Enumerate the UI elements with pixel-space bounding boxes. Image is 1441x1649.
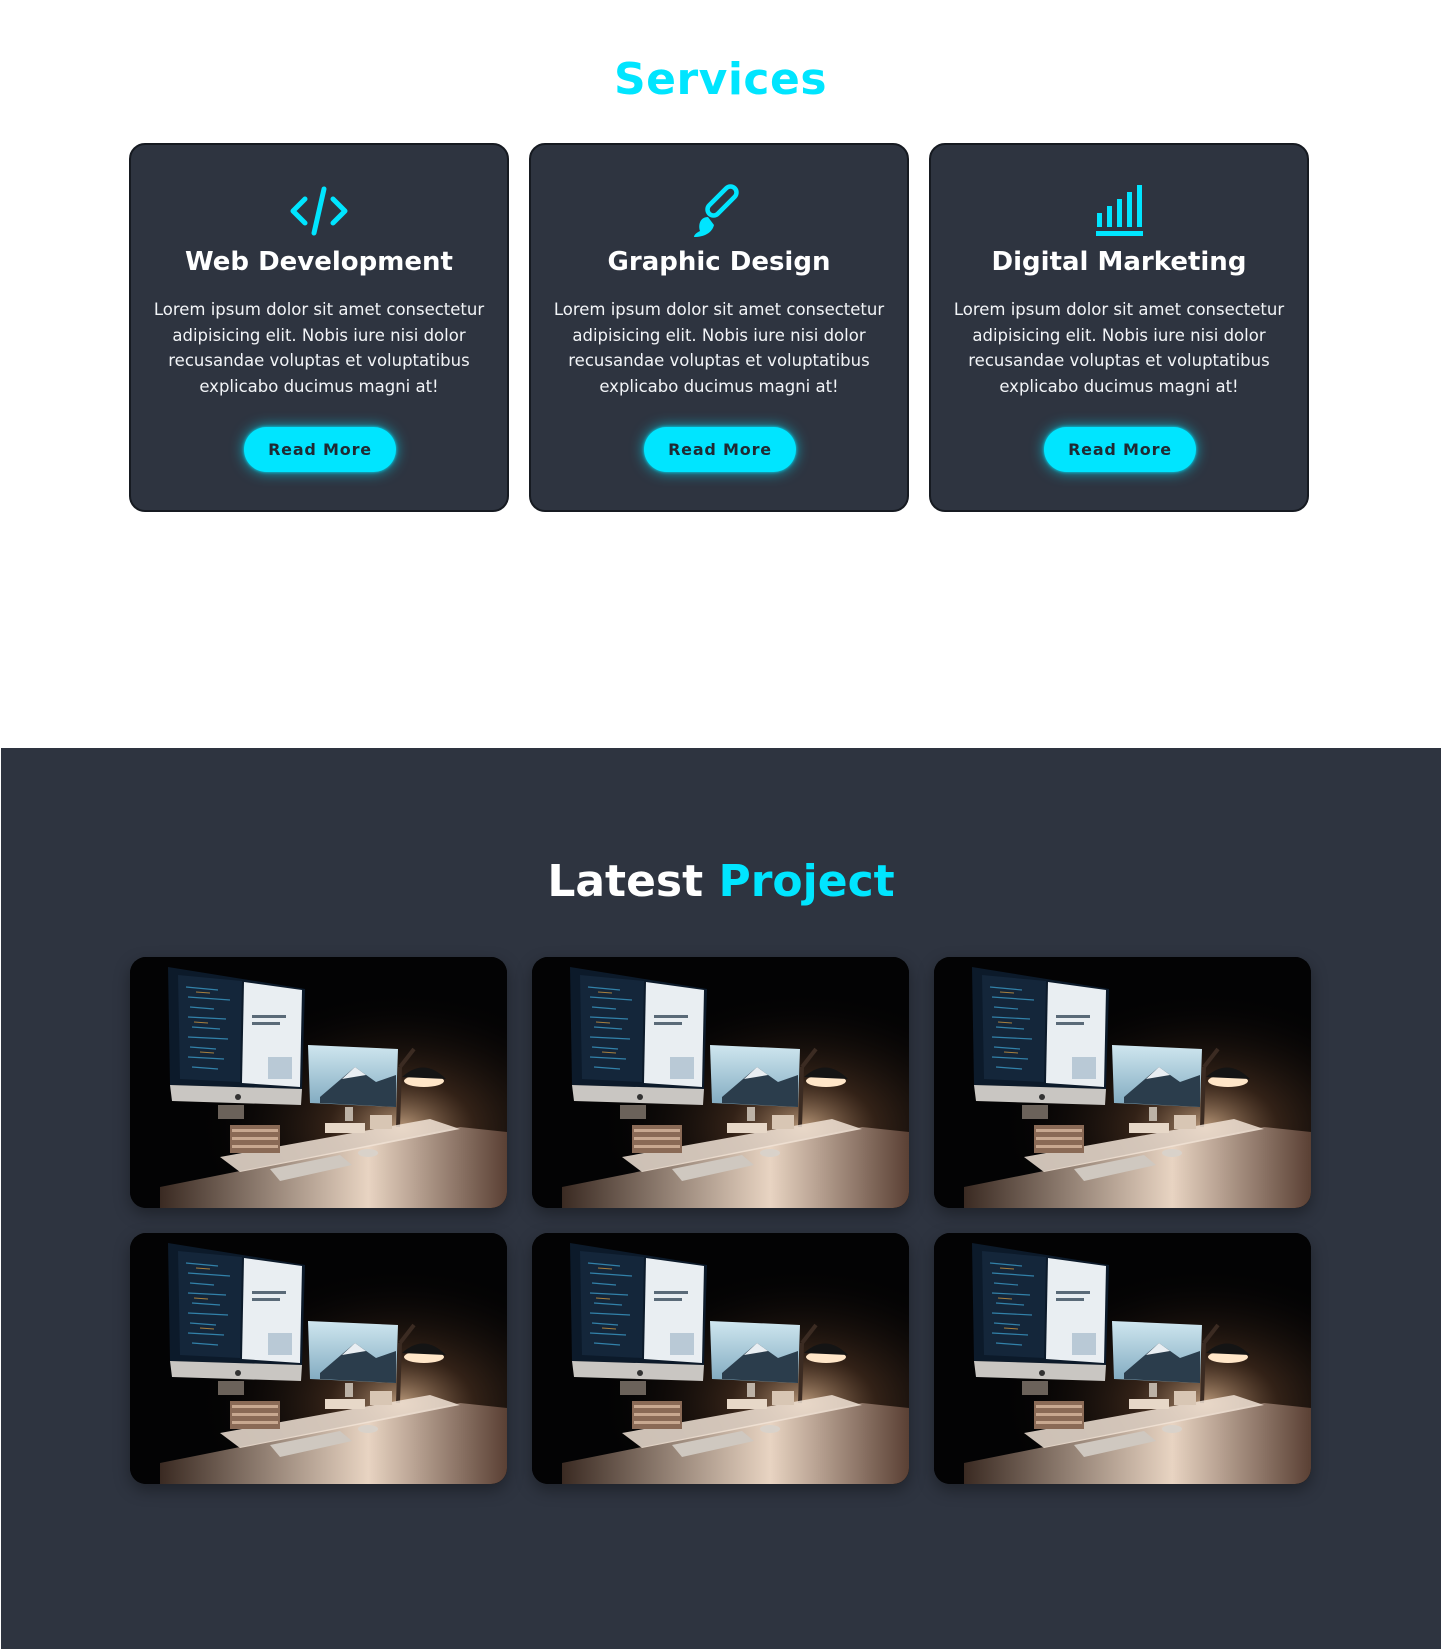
desk-workspace-photo: [532, 1233, 909, 1484]
card-title: Digital Marketing: [991, 247, 1247, 277]
service-card-digital-marketing: Digital Marketing Lorem ipsum dolor sit …: [929, 143, 1309, 512]
services-section: Services Web Development Lorem ipsum dol…: [0, 0, 1441, 748]
desk-workspace-photo: [934, 957, 1311, 1208]
card-description: Lorem ipsum dolor sit amet consectetur a…: [153, 300, 485, 396]
read-more-button[interactable]: Read More: [244, 427, 396, 472]
projects-title-accent: Project: [718, 856, 895, 907]
read-more-button[interactable]: Read More: [644, 427, 796, 472]
project-card[interactable]: [130, 957, 507, 1208]
card-description: Lorem ipsum dolor sit amet consectetur a…: [553, 300, 885, 396]
service-card-web-development: Web Development Lorem ipsum dolor sit am…: [129, 143, 509, 512]
projects-title: Latest Project: [1, 856, 1441, 907]
project-card[interactable]: [532, 957, 909, 1208]
code-icon: [131, 183, 507, 239]
project-card[interactable]: [934, 1233, 1311, 1484]
project-card[interactable]: [130, 1233, 507, 1484]
desk-workspace-photo: [130, 957, 507, 1208]
desk-workspace-photo: [130, 1233, 507, 1484]
service-card-graphic-design: Graphic Design Lorem ipsum dolor sit ame…: [529, 143, 909, 512]
latest-project-section: Latest Project: [1, 748, 1441, 1649]
read-more-button[interactable]: Read More: [1044, 427, 1196, 472]
desk-workspace-photo: [532, 957, 909, 1208]
projects-title-main: Latest: [547, 856, 704, 907]
card-title: Graphic Design: [607, 247, 831, 277]
card-title: Web Development: [185, 247, 453, 277]
services-title: Services: [613, 54, 828, 105]
paintbrush-icon: [531, 183, 907, 239]
card-description: Lorem ipsum dolor sit amet consectetur a…: [953, 300, 1285, 396]
desk-workspace-photo: [934, 1233, 1311, 1484]
bar-chart-icon: [931, 183, 1307, 239]
project-card[interactable]: [532, 1233, 909, 1484]
project-card[interactable]: [934, 957, 1311, 1208]
